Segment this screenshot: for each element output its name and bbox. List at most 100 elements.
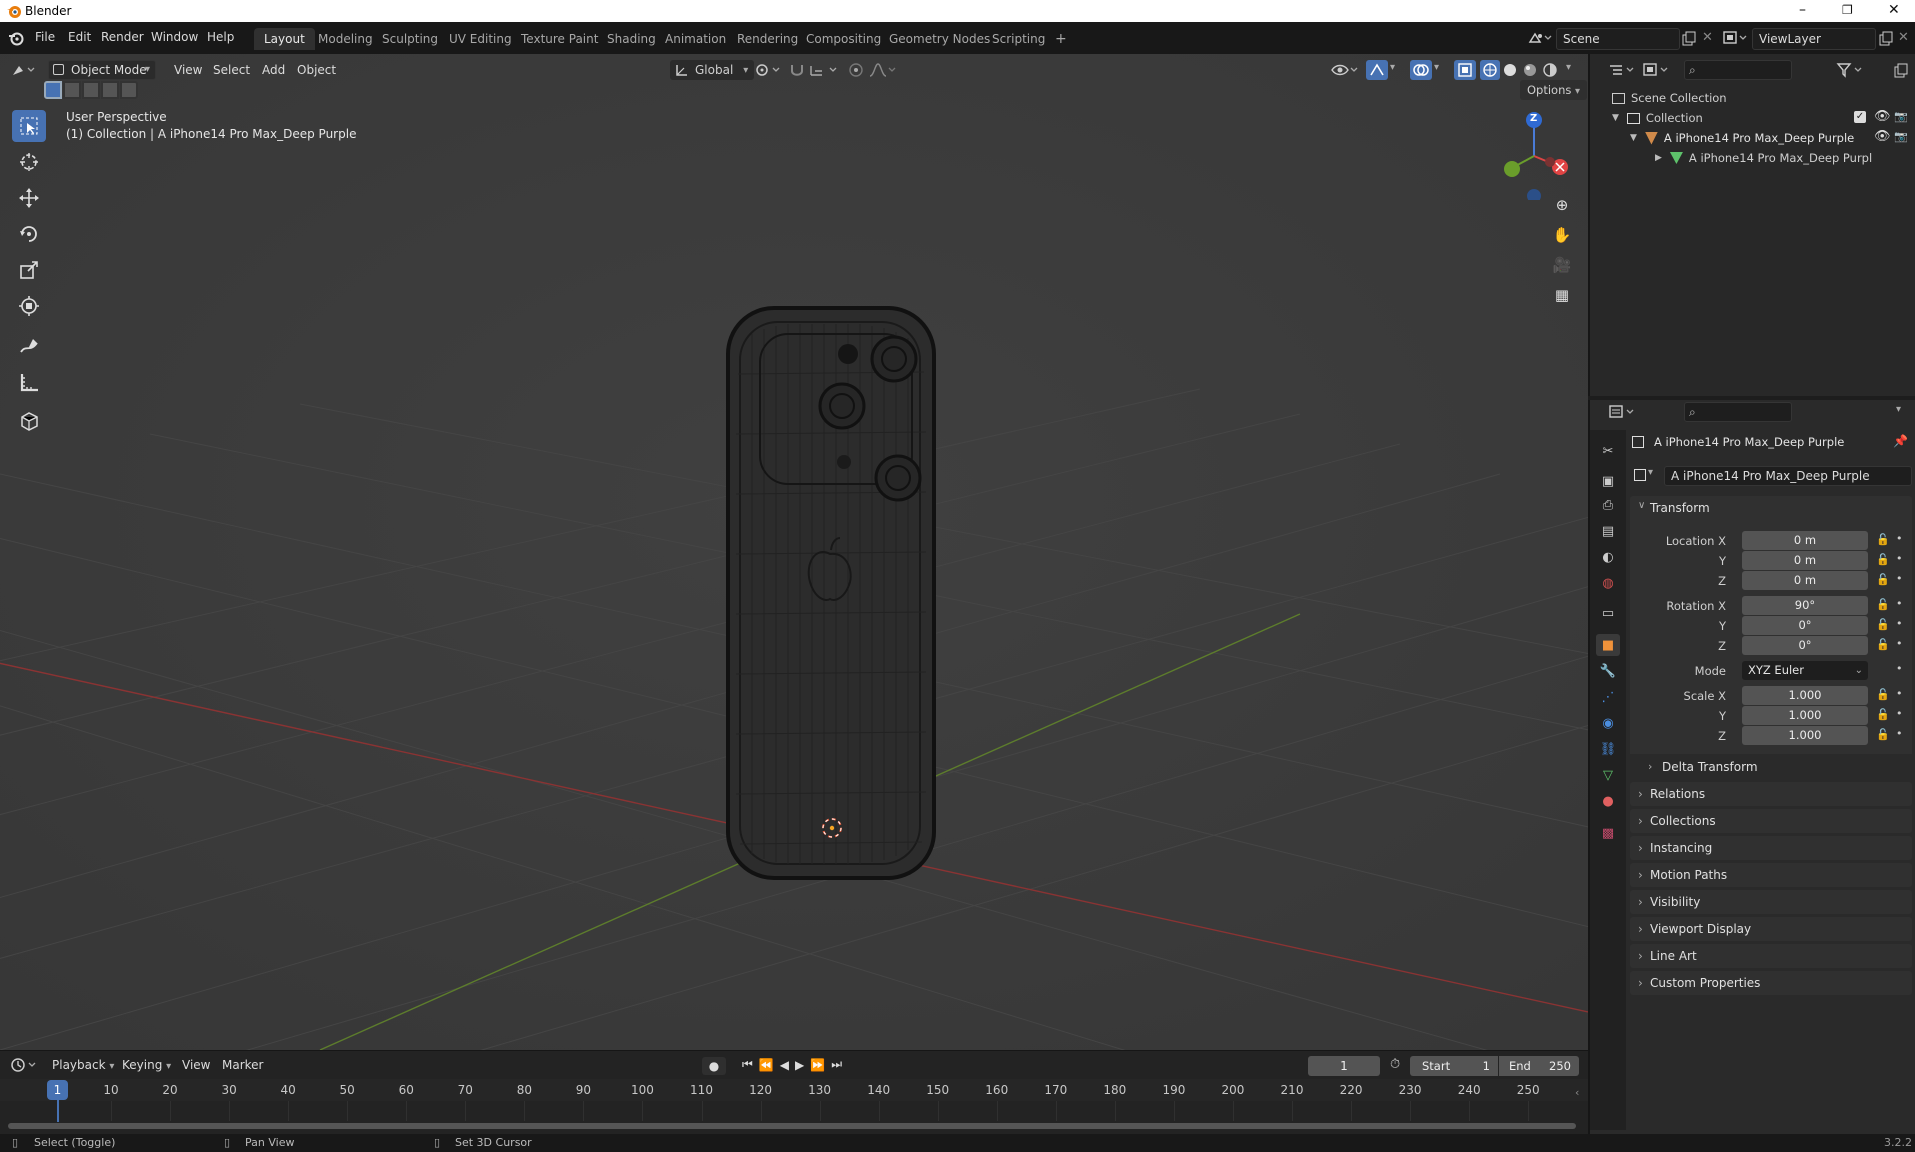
maximize-button[interactable]: ❐ [1842, 3, 1853, 17]
annotate-tool[interactable] [12, 330, 46, 362]
pin-icon[interactable]: 📌 [1893, 434, 1908, 448]
lock-icon[interactable]: 🔓 [1876, 598, 1890, 611]
exclude-checkbox-icon[interactable]: ✓ [1854, 111, 1866, 123]
lock-icon[interactable]: 🔓 [1876, 688, 1890, 701]
select-set-new-icon[interactable] [44, 81, 62, 99]
tab-view-layer-icon[interactable]: ▤ [1596, 520, 1620, 542]
tab-modifier-icon[interactable]: 🔧 [1596, 660, 1620, 682]
camera-render-icon[interactable]: 📷 [1894, 110, 1908, 123]
current-frame-marker[interactable]: 1 [47, 1080, 68, 1100]
mesh-row[interactable]: ▶ A iPhone14 Pro Max_Deep Purpl [1655, 148, 1872, 168]
display-mode-icon[interactable] [1642, 62, 1672, 78]
keyframe-dot-icon[interactable]: • [1896, 637, 1903, 650]
iphone-mesh[interactable] [726, 306, 936, 880]
visibility-selectability-icon[interactable] [1330, 62, 1360, 78]
collection-row[interactable]: ▼ Collection ✓ 👁 📷 [1612, 108, 1915, 128]
remove-view-layer-icon[interactable]: ✕ [1898, 30, 1909, 45]
expand-arrow-icon[interactable]: ▼ [1630, 133, 1637, 143]
select-box-tool[interactable] [12, 110, 46, 142]
keyframe-dot-icon[interactable]: • [1896, 617, 1903, 630]
keyframe-dot-icon[interactable]: • [1896, 687, 1903, 700]
timeline-scrollbar[interactable] [8, 1123, 1576, 1129]
move-tool[interactable] [12, 182, 46, 214]
tab-object-icon[interactable]: ■ [1596, 634, 1620, 656]
tab-material-icon[interactable]: ● [1596, 790, 1620, 812]
lock-icon[interactable]: 🔓 [1876, 728, 1890, 741]
tab-layout[interactable]: Layout [254, 28, 315, 50]
tab-sculpting[interactable]: Sculpting [372, 28, 448, 50]
viewport-menu-object[interactable]: Object [291, 60, 342, 80]
keyframe-dot-icon[interactable]: • [1896, 707, 1903, 720]
pivot-point-icon[interactable] [754, 62, 784, 78]
relations-panel[interactable]: › Relations [1630, 782, 1912, 806]
chevron-left-icon[interactable]: ‹ [1575, 1086, 1579, 1099]
lock-icon[interactable]: 🔓 [1876, 708, 1890, 721]
custom-properties-panel[interactable]: › Custom Properties [1630, 971, 1912, 995]
scene-selector-icon[interactable] [1528, 30, 1554, 46]
editor-type-icon[interactable] [10, 62, 38, 78]
view-layer-selector-icon[interactable] [1722, 30, 1750, 46]
keyframe-dot-icon[interactable]: • [1896, 662, 1903, 675]
collections-panel[interactable]: › Collections [1630, 809, 1912, 833]
object-name-field[interactable]: A iPhone14 Pro Max_Deep Purple [1664, 466, 1912, 486]
properties-search-input[interactable]: ⌕ [1684, 402, 1792, 422]
chevron-down-icon[interactable]: ▾ [1648, 467, 1653, 478]
expand-arrow-icon[interactable]: ▼ [1612, 113, 1619, 123]
rotate-tool[interactable] [12, 218, 46, 250]
view-layer-name-field[interactable]: ViewLayer [1752, 28, 1876, 50]
eye-icon[interactable]: 👁 [1874, 129, 1891, 144]
tab-tool-icon[interactable]: ✂ [1596, 440, 1620, 462]
keyframe-dot-icon[interactable]: • [1896, 532, 1903, 545]
remove-scene-icon[interactable]: ✕ [1702, 30, 1713, 45]
select-intersect-icon[interactable] [120, 81, 138, 99]
lock-icon[interactable]: 🔓 [1876, 573, 1890, 586]
rotation-mode-dropdown[interactable]: XYZ Euler ⌄ [1742, 661, 1868, 680]
camera-render-icon[interactable]: 📷 [1894, 130, 1908, 143]
select-extend-icon[interactable] [63, 81, 81, 99]
motion-paths-panel[interactable]: › Motion Paths [1630, 863, 1912, 887]
scene-name-field[interactable]: Scene [1556, 28, 1680, 50]
3d-viewport[interactable]: Object Mode ▾ View Select Add Object Glo… [0, 54, 1588, 1050]
tab-uv-editing[interactable]: UV Editing [439, 28, 522, 50]
lock-icon[interactable]: 🔓 [1876, 638, 1890, 651]
blender-menu-icon[interactable] [8, 30, 24, 46]
lock-icon[interactable]: 🔓 [1876, 553, 1890, 566]
lock-icon[interactable]: 🔓 [1876, 618, 1890, 631]
keyframe-dot-icon[interactable]: • [1896, 597, 1903, 610]
options-dropdown[interactable]: Options ▾ [1520, 80, 1588, 100]
chevron-down-icon[interactable]: ▾ [1434, 62, 1439, 73]
chevron-down-icon[interactable]: ▾ [1390, 62, 1395, 73]
close-button[interactable]: ✕ [1888, 2, 1900, 18]
rotation-z-field[interactable]: 0° [1742, 636, 1868, 655]
new-scene-icon[interactable] [1680, 30, 1698, 48]
shading-mode-group[interactable] [1480, 60, 1564, 80]
visibility-panel[interactable]: › Visibility [1630, 890, 1912, 914]
outliner-search-input[interactable]: ⌕ [1684, 60, 1792, 80]
transform-orientation-dropdown[interactable]: Global ▾ [670, 60, 755, 80]
measure-tool[interactable] [12, 366, 46, 398]
location-x-field[interactable]: 0 m [1742, 531, 1868, 550]
outliner-editor-type-icon[interactable] [1608, 62, 1638, 78]
menu-render[interactable]: Render [101, 30, 144, 44]
tab-output-icon[interactable]: ⎙ [1596, 494, 1620, 516]
tab-animation[interactable]: Animation [655, 28, 736, 50]
keyframe-dot-icon[interactable]: • [1896, 572, 1903, 585]
overlays-toggle-icon[interactable] [1410, 60, 1432, 80]
scale-z-field[interactable]: 1.000 [1742, 726, 1868, 745]
select-subtract-icon[interactable] [82, 81, 100, 99]
tab-texture-icon[interactable]: ▩ [1596, 822, 1620, 844]
rotation-x-field[interactable]: 90° [1742, 596, 1868, 615]
gizmo-toggle-icon[interactable] [1366, 60, 1388, 80]
new-collection-icon[interactable] [1892, 62, 1910, 80]
viewport-menu-add[interactable]: Add [256, 60, 291, 80]
scale-y-field[interactable]: 1.000 [1742, 706, 1868, 725]
scene-collection-row[interactable]: Scene Collection [1612, 88, 1727, 108]
snap-target-icon[interactable] [808, 62, 842, 78]
add-workspace-button[interactable]: + [1045, 28, 1077, 50]
transform-panel-header[interactable]: ∨ Transform [1630, 496, 1912, 520]
viewport-menu-select[interactable]: Select [207, 60, 256, 80]
chevron-down-icon[interactable]: ▾ [1566, 62, 1571, 73]
menu-file[interactable]: File [35, 30, 55, 44]
select-invert-icon[interactable] [101, 81, 119, 99]
menu-edit[interactable]: Edit [68, 30, 91, 44]
